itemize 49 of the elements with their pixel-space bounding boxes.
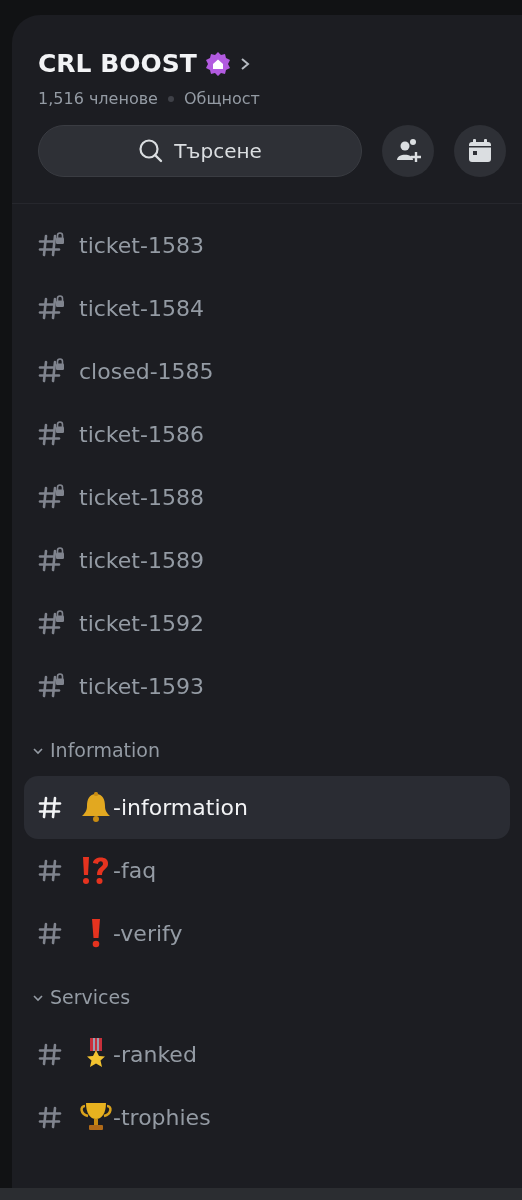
channel-name: -information <box>113 793 248 822</box>
channel-name: -trophies <box>113 1103 211 1132</box>
channel-name: -faq <box>113 856 157 885</box>
add-person-icon <box>394 136 422 165</box>
locked-hash-icon <box>38 295 66 321</box>
channel-name: -verify <box>113 919 183 948</box>
channel-name: ticket-1586 <box>79 420 204 449</box>
category-header[interactable]: Services <box>12 964 522 1023</box>
category-name: Information <box>50 738 160 764</box>
channel-item[interactable]: -trophies <box>24 1085 510 1149</box>
channel-name: -ranked <box>113 1040 197 1069</box>
locked-hash-icon <box>38 610 66 636</box>
channel-item[interactable]: ticket-1589 <box>24 528 510 592</box>
channel-item[interactable]: ticket-1586 <box>24 402 510 466</box>
search-button[interactable]: Търсене <box>38 124 362 177</box>
locked-hash-icon <box>38 232 66 258</box>
channel-name: ticket-1592 <box>79 609 204 638</box>
member-count: 1,516 членове <box>38 87 158 110</box>
calendar-icon <box>467 137 493 164</box>
channel-item[interactable]: -faq <box>24 838 510 902</box>
category-name: Services <box>50 985 131 1011</box>
locked-hash-icon <box>38 484 66 510</box>
server-type: Общност <box>183 87 260 110</box>
trophy-icon <box>79 1101 113 1133</box>
channel-item[interactable]: closed-1585 <box>24 339 510 403</box>
channel-item[interactable]: ticket-1583 <box>24 213 510 277</box>
channel-item[interactable]: -information <box>24 775 510 839</box>
badge-icon <box>204 50 231 77</box>
channel-item[interactable]: ticket-1588 <box>24 465 510 529</box>
locked-hash-icon <box>38 547 66 573</box>
locked-hash-icon <box>38 358 66 384</box>
channel-item[interactable]: ticket-1593 <box>24 654 510 718</box>
channel-name: ticket-1583 <box>79 231 204 260</box>
channel-name: ticket-1593 <box>79 672 204 701</box>
category-header[interactable]: Information <box>12 717 522 776</box>
channel-name: closed-1585 <box>79 357 214 386</box>
locked-hash-icon <box>38 673 66 699</box>
channel-item[interactable]: -ranked <box>24 1022 510 1086</box>
server-name[interactable]: CRL BOOST <box>38 45 197 83</box>
search-icon <box>138 137 165 164</box>
channel-name: ticket-1584 <box>79 294 204 323</box>
locked-hash-icon <box>38 421 66 447</box>
bell-icon <box>79 791 113 823</box>
channel-name: ticket-1588 <box>79 483 204 512</box>
channel-name: ticket-1589 <box>79 546 204 575</box>
exclamation-icon <box>91 918 101 948</box>
channel-item[interactable]: -verify <box>24 901 510 965</box>
channel-item[interactable]: ticket-1584 <box>24 276 510 340</box>
channel-item[interactable]: ticket-1592 <box>24 591 510 655</box>
